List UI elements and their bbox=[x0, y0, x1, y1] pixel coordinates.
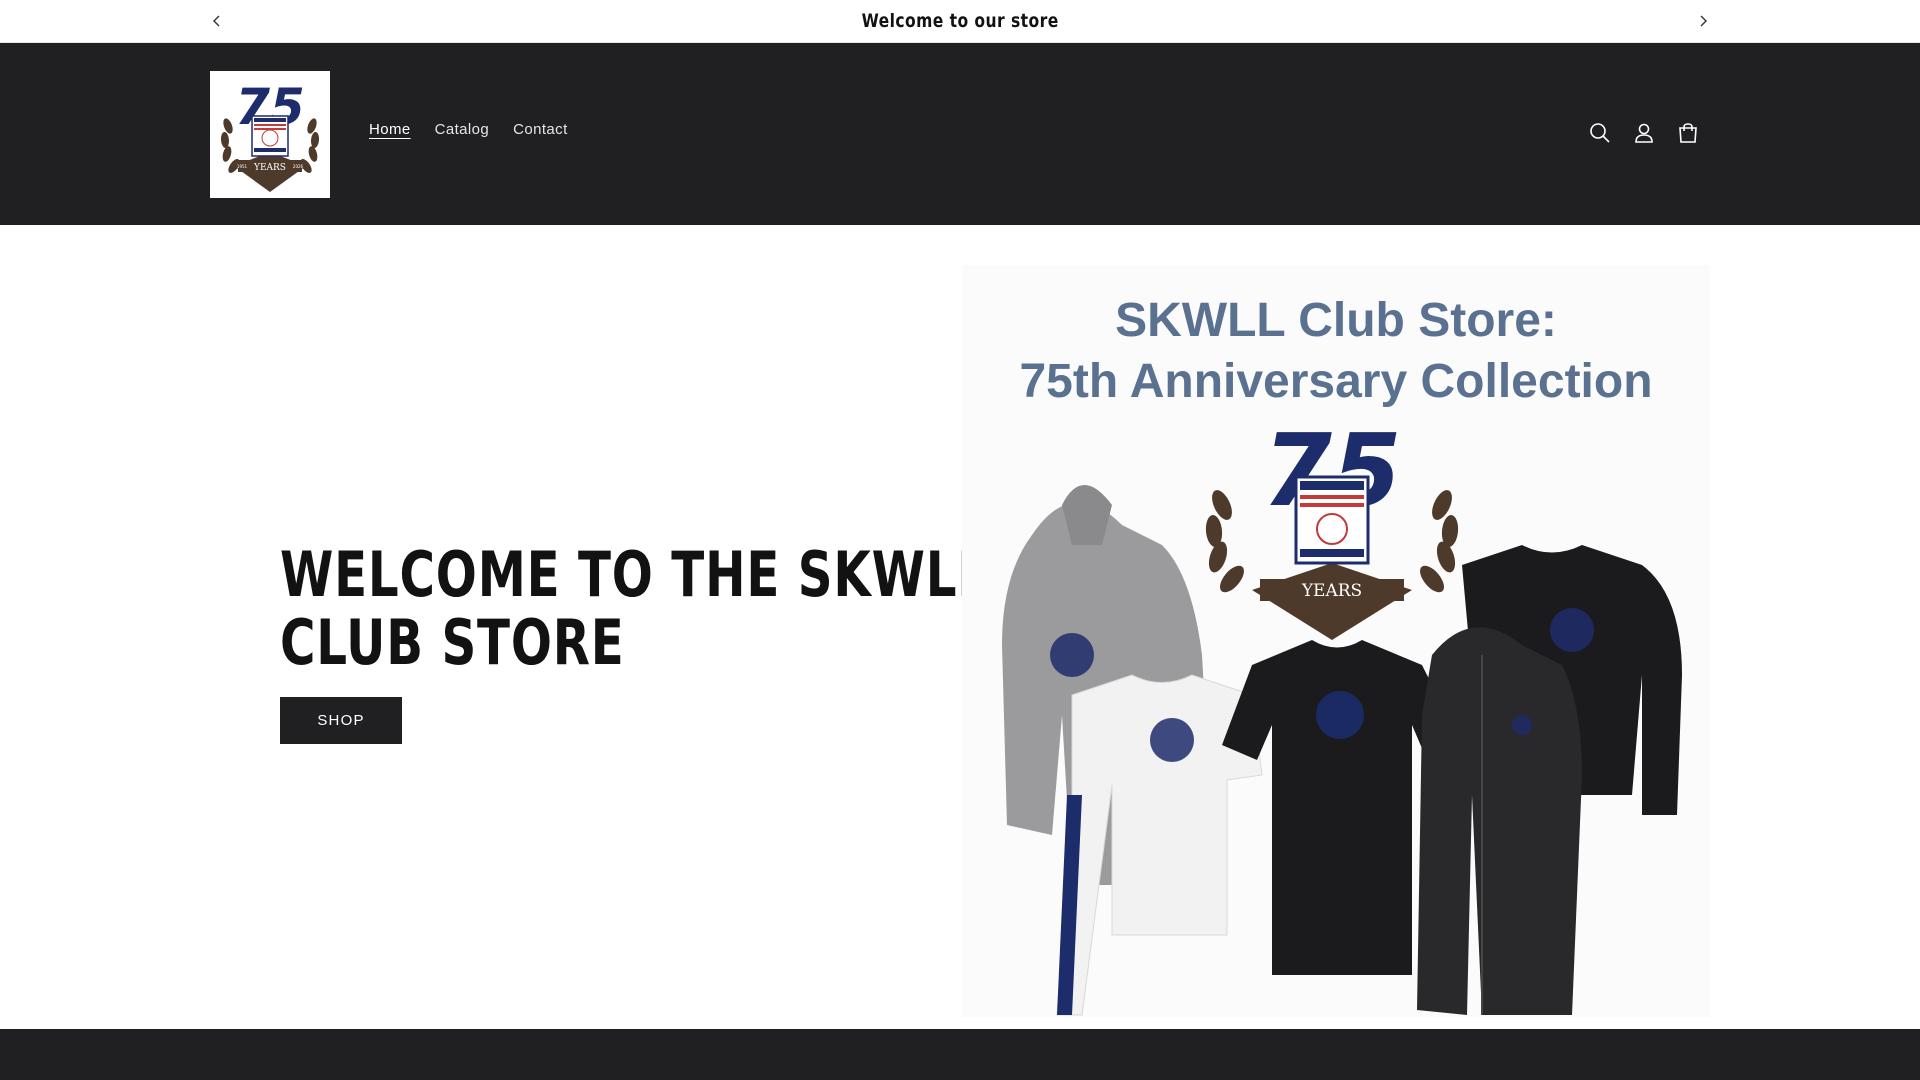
promo-title-line2: 75th Anniversary Collection bbox=[1019, 355, 1653, 408]
hero-section: WELCOME TO THE SKWLL CLUB STORE SHOP SKW… bbox=[0, 225, 1920, 1029]
footer-strip bbox=[0, 1029, 1920, 1080]
nav-contact[interactable]: Contact bbox=[513, 121, 568, 138]
apparel-collection-image: 75 YEARS bbox=[1002, 415, 1682, 1016]
promo-image: SKWLL Club Store: 75th Anniversary Colle… bbox=[962, 265, 1710, 1017]
nav-catalog[interactable]: Catalog bbox=[435, 121, 490, 138]
account-icon[interactable] bbox=[1632, 121, 1656, 145]
hero-heading: WELCOME TO THE SKWLL CLUB STORE bbox=[280, 538, 989, 679]
promo-title-line1: SKWLL Club Store: bbox=[1115, 294, 1557, 347]
main-nav: Home Catalog Contact bbox=[369, 121, 568, 138]
announcement-text: Welcome to our store bbox=[861, 10, 1059, 32]
chevron-right-icon[interactable] bbox=[1693, 11, 1713, 31]
search-icon[interactable] bbox=[1588, 121, 1612, 145]
svg-text:2026: 2026 bbox=[293, 164, 304, 169]
site-header: 75 YEARS 1951 2026 Home Catalog Contact bbox=[0, 43, 1920, 225]
shop-button[interactable]: SHOP bbox=[280, 697, 402, 744]
svg-text:1951: 1951 bbox=[237, 164, 248, 169]
announcement-bar: Welcome to our store bbox=[0, 0, 1920, 43]
anniversary-logo-icon: 75 YEARS 1951 2026 bbox=[220, 78, 320, 192]
chevron-left-icon[interactable] bbox=[207, 11, 227, 31]
center-logo-icon: 75 YEARS bbox=[1205, 415, 1459, 640]
hero-heading-line1: WELCOME TO THE SKWLL bbox=[280, 538, 989, 611]
nav-home[interactable]: Home bbox=[369, 121, 411, 138]
black-zip-hoodie bbox=[1417, 627, 1582, 1015]
hero-heading-line2: CLUB STORE bbox=[280, 606, 625, 679]
svg-text:YEARS: YEARS bbox=[1301, 581, 1362, 601]
header-icons bbox=[1588, 121, 1700, 145]
store-logo[interactable]: 75 YEARS 1951 2026 bbox=[210, 71, 330, 198]
cart-icon[interactable] bbox=[1676, 121, 1700, 145]
svg-text:YEARS: YEARS bbox=[253, 163, 286, 173]
